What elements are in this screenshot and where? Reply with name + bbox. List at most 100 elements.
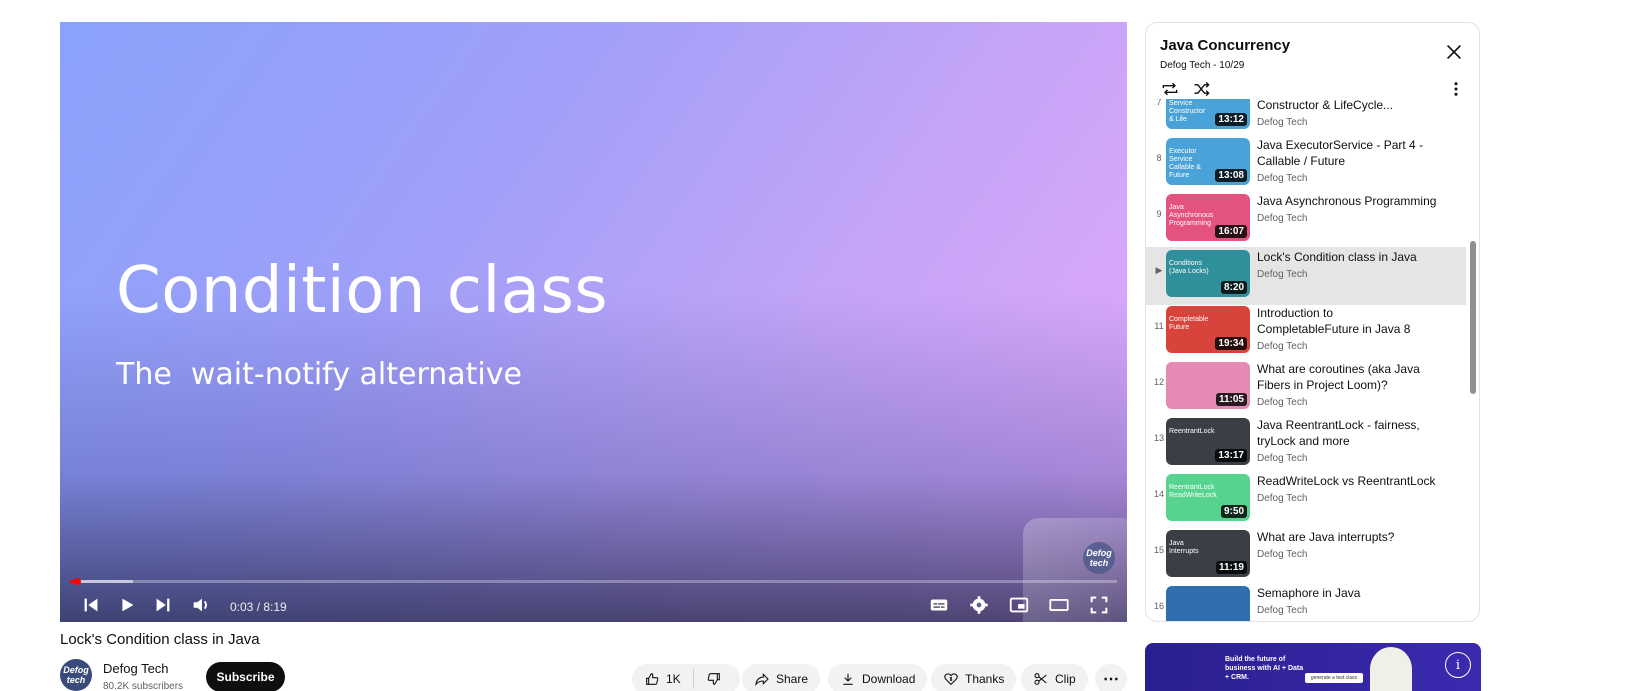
playlist-item-current[interactable]: ▶ Conditions (Java Locks) 8:20 Lock's Condi…	[1146, 247, 1466, 305]
playlist-item[interactable]: 12 11:05 What are coroutines (aka Java Fib…	[1146, 359, 1466, 417]
more-actions-button[interactable]: ⋯	[1095, 664, 1127, 691]
previous-icon	[84, 598, 98, 612]
thumbnail[interactable]: ReentrantLock ReadWriteLock 9:50	[1166, 474, 1250, 521]
channel-name[interactable]: Defog Tech	[103, 661, 169, 676]
previous-button[interactable]	[78, 593, 104, 617]
thumbnail[interactable]: Java Interrupts 11:19	[1166, 530, 1250, 577]
download-button[interactable]: Download	[828, 664, 928, 691]
close-playlist-button[interactable]	[1443, 41, 1467, 65]
settings-button[interactable]	[966, 593, 992, 617]
subscribe-button[interactable]: Subscribe	[206, 662, 285, 691]
thumbnail[interactable]: Completable Future 19:34	[1166, 306, 1250, 353]
like-count: 1K	[666, 672, 681, 686]
playlist-item-title[interactable]: Lock's Condition class in Java	[1257, 249, 1437, 265]
playlist-item-title[interactable]: Java ReentrantLock - fairness, tryLock a…	[1257, 417, 1437, 449]
play-button[interactable]	[114, 593, 140, 617]
playlist-item-title[interactable]: ReadWriteLock vs ReentrantLock	[1257, 473, 1437, 489]
duration-badge: 11:19	[1215, 561, 1247, 574]
slide-subtitle: The wait-notify alternative	[116, 357, 522, 392]
playlist-item-title[interactable]: Java ExecutorService - Part 3 - Construc…	[1257, 99, 1437, 113]
ad-cta[interactable]: generate a test class	[1305, 673, 1363, 683]
miniplayer-button[interactable]	[1006, 593, 1032, 617]
thumbnail[interactable]	[1166, 586, 1250, 621]
playlist-item[interactable]: 7Executor Service Constructor & Life13:1…	[1146, 99, 1466, 137]
thanks-label: Thanks	[965, 672, 1005, 686]
playlist-item-channel: Defog Tech	[1257, 493, 1308, 504]
thumbs-up-icon	[646, 673, 659, 685]
more-horizontal-icon: ⋯	[1103, 671, 1119, 688]
playlist-item-title[interactable]: Java Asynchronous Programming	[1257, 193, 1437, 209]
playlist-item-title[interactable]: What are coroutines (aka Java Fibers in …	[1257, 361, 1437, 393]
playlist-item[interactable]: 8 Executor Service Callable & Future 13:08…	[1146, 135, 1466, 193]
thumbnail-text: Java Asynchronous Programming	[1169, 204, 1214, 227]
duration-badge: 13:12	[1215, 113, 1247, 126]
playlist-item[interactable]: 16 Semaphore in Java Defog Tech	[1146, 583, 1466, 621]
watermark-logo: Defog tech	[1083, 542, 1115, 574]
playlist-item-channel: Defog Tech	[1257, 213, 1308, 224]
player-gradient	[60, 292, 1127, 622]
duration-badge: 13:17	[1215, 449, 1247, 462]
duration-badge: 16:07	[1215, 225, 1247, 238]
thumbnail[interactable]: Executor Service Callable & Future 13:08	[1166, 138, 1250, 185]
thumbnail[interactable]: Conditions (Java Locks) 8:20	[1166, 250, 1250, 297]
playlist-item[interactable]: 9 Java Asynchronous Programming 16:07 Java …	[1146, 191, 1466, 249]
playlist-scrollbar[interactable]	[1470, 241, 1476, 394]
playlist-item-channel: Defog Tech	[1257, 605, 1308, 616]
clip-button[interactable]: Clip	[1021, 664, 1088, 691]
thumbnail[interactable]: 11:05	[1166, 362, 1250, 409]
playlist-item-channel: Defog Tech	[1257, 341, 1308, 352]
thumbs-down-icon	[707, 673, 720, 685]
thumbnail[interactable]: Java Asynchronous Programming 16:07	[1166, 194, 1250, 241]
playlist-item[interactable]: 14 ReentrantLock ReadWriteLock 9:50 ReadWri…	[1146, 471, 1466, 529]
playlist-item-channel: Defog Tech	[1257, 453, 1308, 464]
playlist-item[interactable]: 11 Completable Future 19:34 Introduction to…	[1146, 303, 1466, 361]
playlist-item-title[interactable]: What are Java interrupts?	[1257, 529, 1437, 545]
miniplayer-icon	[1009, 597, 1029, 613]
volume-button[interactable]	[188, 593, 214, 617]
slide-title: Condition class	[116, 254, 609, 328]
thanks-button[interactable]: Thanks	[931, 664, 1017, 691]
playlist-item[interactable]: 15 Java Interrupts 11:19 What are Java inte…	[1146, 527, 1466, 585]
video-player[interactable]: Condition class The wait-notify alternat…	[60, 22, 1127, 622]
scissors-icon	[1034, 673, 1047, 685]
dislike-button[interactable]	[706, 671, 722, 687]
subscriber-count: 80.2K subscribers	[103, 681, 184, 691]
video-title: Lock's Condition class in Java	[60, 631, 260, 648]
duration-badge: 11:05	[1215, 393, 1247, 406]
thumbnail-text: Executor Service Callable & Future	[1169, 148, 1201, 179]
ad-headline: Build the future of business with AI + D…	[1225, 656, 1304, 681]
playlist-item-channel: Defog Tech	[1257, 117, 1308, 128]
theater-mode-button[interactable]	[1046, 593, 1072, 617]
playlist-menu-button[interactable]	[1447, 79, 1465, 99]
like-button[interactable]: 1K	[644, 671, 681, 687]
subtitles-button[interactable]	[926, 593, 952, 617]
gear-icon	[970, 596, 988, 614]
fullscreen-button[interactable]	[1086, 593, 1112, 617]
playlist-item-title[interactable]: Introduction to CompletableFuture in Jav…	[1257, 305, 1437, 337]
volume-icon	[193, 598, 207, 612]
ad-banner[interactable]: Build the future of business with AI + D…	[1145, 643, 1481, 691]
playlist-item-channel: Defog Tech	[1257, 549, 1308, 560]
subtitles-icon	[930, 599, 948, 611]
time-display: 0:03 / 8:19	[230, 600, 287, 614]
next-button[interactable]	[150, 593, 176, 617]
share-button[interactable]: Share	[742, 664, 821, 691]
playlist-item-channel: Defog Tech	[1257, 397, 1308, 408]
loop-button[interactable]	[1158, 77, 1182, 101]
playlist-item-title[interactable]: Semaphore in Java	[1257, 585, 1437, 601]
share-label: Share	[776, 672, 809, 686]
next-icon	[156, 598, 170, 612]
thumbnail-text: ReentrantLock	[1169, 428, 1215, 435]
avatar[interactable]: Defog tech	[60, 659, 92, 691]
progress-bar[interactable]	[70, 578, 1117, 585]
thumbnail[interactable]: ReentrantLock 13:17	[1166, 418, 1250, 465]
thumbnail[interactable]: Executor Service Constructor & Life 13:12	[1166, 99, 1250, 129]
playlist-item[interactable]: 13 ReentrantLock 13:17 Java ReentrantLock -…	[1146, 415, 1466, 473]
thumbnail-text: Conditions (Java Locks)	[1169, 260, 1209, 275]
thanks-heart-icon	[944, 673, 958, 686]
playlist-title[interactable]: Java Concurrency	[1160, 37, 1290, 54]
clip-label: Clip	[1055, 672, 1076, 686]
info-icon[interactable]: i	[1445, 652, 1471, 678]
shuffle-button[interactable]	[1190, 77, 1214, 101]
playlist-item-title[interactable]: Java ExecutorService - Part 4 - Callable…	[1257, 137, 1437, 169]
